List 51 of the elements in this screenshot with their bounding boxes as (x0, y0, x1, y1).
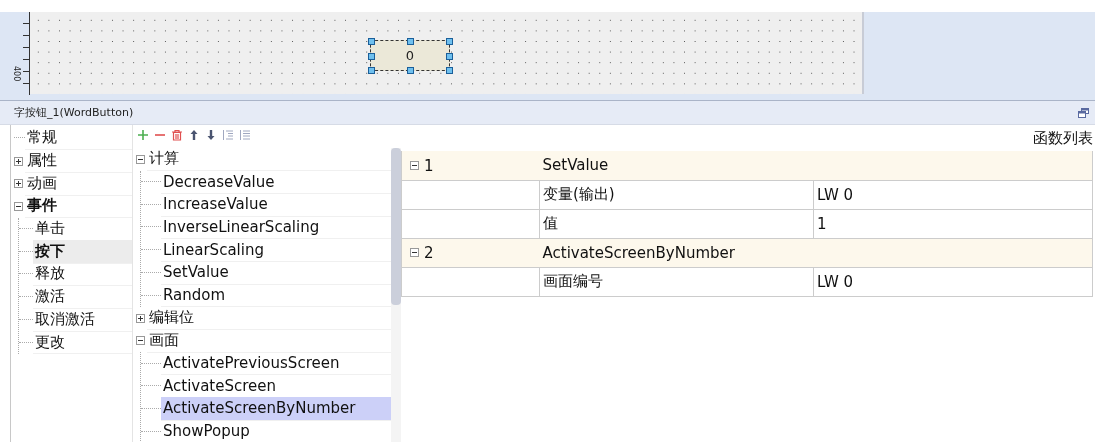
arrow-up-icon[interactable] (188, 129, 200, 142)
restore-icon[interactable] (1078, 107, 1089, 118)
category-item[interactable]: 按下 (33, 239, 132, 264)
scrollbar-thumb[interactable] (391, 148, 401, 306)
trash-icon[interactable] (171, 129, 183, 142)
function-name: SetValue (539, 151, 1093, 180)
parameter-value[interactable]: 1 (813, 209, 1093, 238)
word-button[interactable]: 0 (370, 40, 450, 71)
function-list-title: 函数列表 (1033, 128, 1093, 148)
scrollbar[interactable] (391, 148, 401, 442)
expand-icon[interactable] (14, 156, 23, 166)
function-item[interactable]: LinearScaling (161, 238, 391, 262)
parameter-value[interactable]: LW 0 (813, 180, 1093, 209)
parameter-name: 值 (539, 209, 814, 238)
category-group[interactable]: 常规 (25, 126, 132, 151)
function-item[interactable]: DecreaseValue (161, 170, 391, 194)
collapse-icon[interactable] (410, 248, 419, 258)
function-group[interactable]: 编辑位 (147, 306, 391, 331)
arrow-down-icon[interactable] (205, 129, 217, 142)
function-item[interactable]: ActivateScreenByNumber (161, 397, 391, 421)
function-item[interactable]: Random (161, 283, 391, 308)
resize-handle[interactable] (407, 38, 414, 45)
function-number: 1 (424, 156, 434, 175)
panel-title: 字按钮_1(WordButton) (14, 105, 134, 120)
parameter-value[interactable]: LW 0 (813, 267, 1093, 296)
category-group[interactable]: 动画 (25, 171, 132, 196)
collapse-icon[interactable] (410, 161, 419, 170)
add-icon[interactable] (137, 129, 149, 142)
parameter-name: 画面编号 (539, 267, 814, 296)
category-item[interactable]: 更改 (33, 330, 132, 355)
function-number: 2 (424, 243, 434, 262)
collapse-icon[interactable] (14, 201, 23, 211)
category-item[interactable]: 激活 (33, 285, 132, 309)
collapse-icon[interactable] (136, 336, 145, 346)
category-item[interactable]: 取消激活 (33, 308, 132, 332)
function-item[interactable]: IncreaseValue (161, 192, 391, 217)
function-item[interactable]: ActivatePreviousScreen (161, 351, 391, 376)
function-group[interactable]: 画面 (147, 329, 391, 353)
ruler-label: 400 (12, 66, 21, 82)
category-group[interactable]: 属性 (25, 149, 132, 173)
parameter-name: 变量(输出) (539, 180, 814, 209)
function-group[interactable]: 计算 (147, 148, 391, 172)
expand-icon[interactable] (14, 179, 23, 189)
function-name: ActivateScreenByNumber (539, 238, 1093, 267)
category-group[interactable]: 事件 (25, 194, 132, 219)
function-item[interactable]: InverseLinearScaling (161, 215, 391, 240)
expand-icon[interactable] (136, 313, 145, 323)
resize-handle[interactable] (407, 67, 414, 74)
function-item[interactable]: SetValue (161, 261, 391, 285)
category-item[interactable]: 释放 (33, 262, 132, 287)
collapse-icon[interactable] (136, 154, 145, 164)
